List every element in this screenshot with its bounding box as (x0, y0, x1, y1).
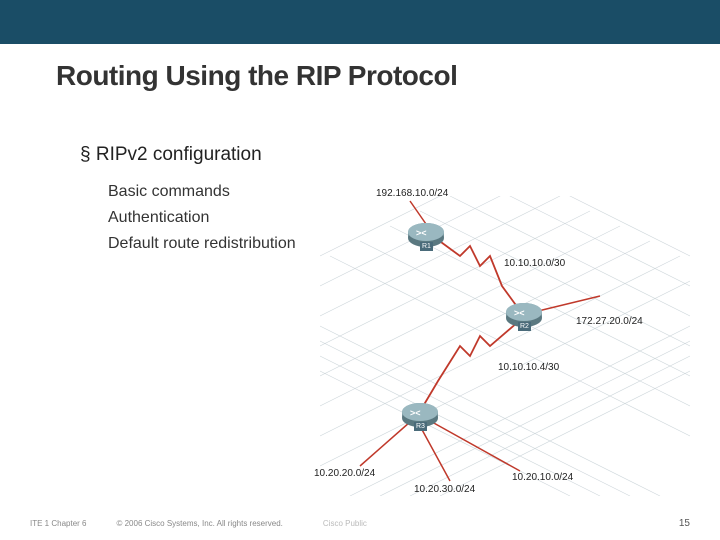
footer-public: Cisco Public (323, 519, 367, 528)
page-number: 15 (679, 518, 690, 529)
svg-text:><: >< (416, 228, 427, 238)
list-item: Authentication (108, 206, 296, 230)
svg-text:><: >< (514, 308, 525, 318)
network-diagram: >< >< >< R1 R2 R3 192.168.10.0/24 10.10.… (320, 196, 690, 496)
slide-title: Routing Using the RIP Protocol (56, 60, 457, 92)
subtitle: § RIPv2 configuration (80, 144, 262, 166)
feature-list: Basic commands Authentication Default ro… (108, 180, 296, 258)
network-label: 172.27.20.0/24 (576, 316, 643, 327)
footer: ITE 1 Chapter 6 © 2006 Cisco Systems, In… (30, 519, 690, 528)
network-label: 10.10.10.0/30 (504, 258, 565, 269)
topology-svg: >< >< >< (320, 196, 690, 496)
list-item: Basic commands (108, 180, 296, 204)
network-label: 10.20.30.0/24 (414, 484, 475, 495)
header-bar (0, 0, 720, 44)
svg-text:><: >< (410, 408, 421, 418)
network-label: 192.168.10.0/24 (376, 188, 448, 199)
list-item: Default route redistribution (108, 232, 296, 256)
network-label: 10.20.20.0/24 (314, 468, 375, 479)
footer-copyright: © 2006 Cisco Systems, Inc. All rights re… (116, 519, 282, 528)
router-label: R2 (518, 322, 531, 331)
router-label: R3 (414, 422, 427, 431)
router-label: R1 (420, 242, 433, 251)
network-label: 10.10.10.4/30 (498, 362, 559, 373)
footer-chapter: ITE 1 Chapter 6 (30, 519, 86, 528)
network-label: 10.20.10.0/24 (512, 472, 573, 483)
